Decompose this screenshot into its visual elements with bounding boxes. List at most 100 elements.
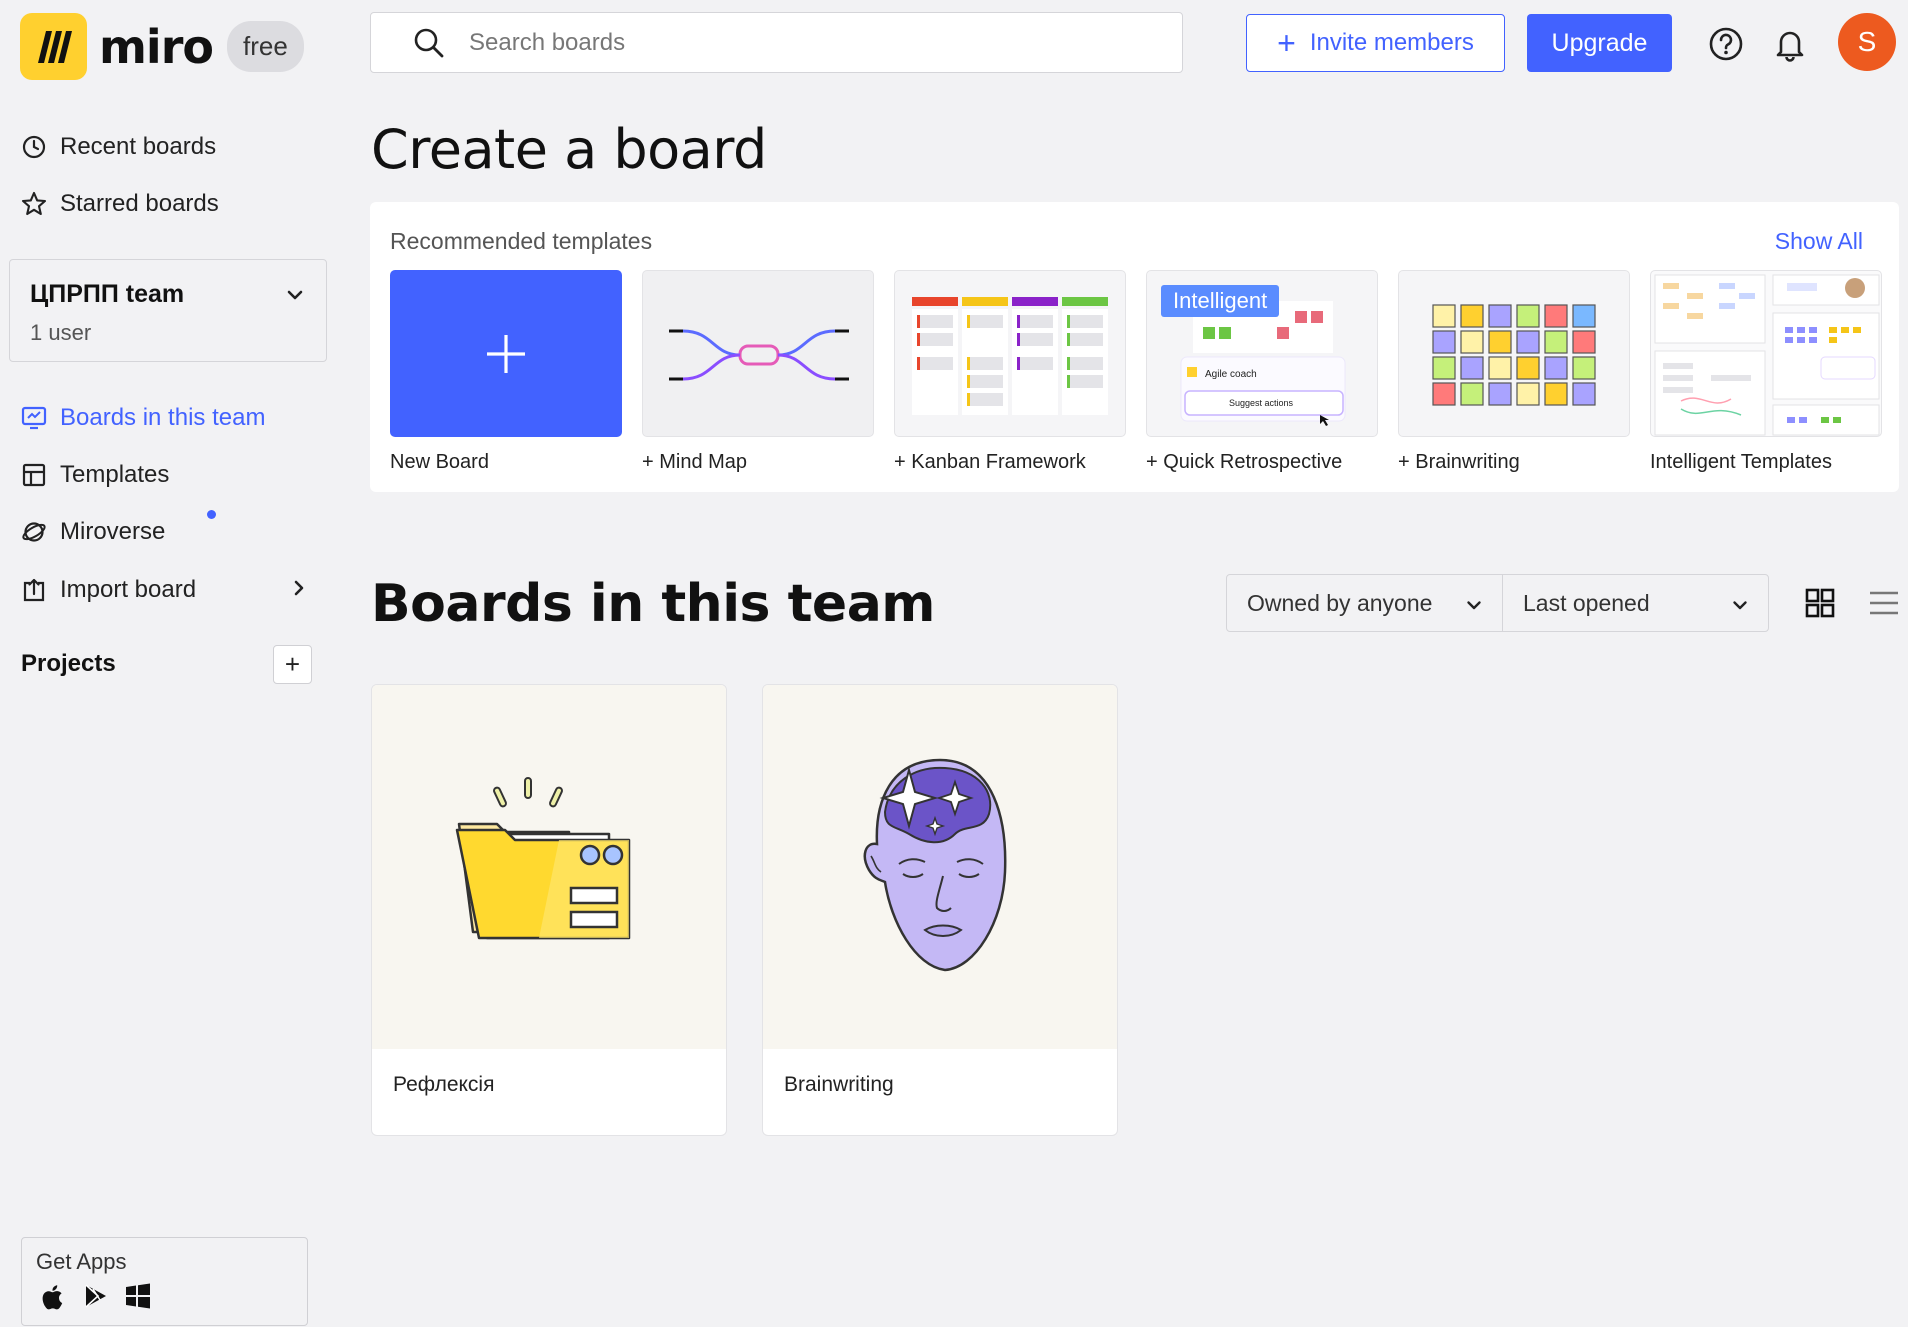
mind-map-thumb bbox=[642, 270, 874, 437]
kanban-thumb bbox=[894, 270, 1126, 437]
sidebar-item-label: Starred boards bbox=[60, 190, 219, 217]
sticky-note bbox=[1432, 330, 1456, 354]
projects-heading: Projects bbox=[21, 650, 116, 677]
show-all-link[interactable]: Show All bbox=[1775, 228, 1863, 255]
sticky-note bbox=[1488, 304, 1512, 328]
new-board-thumb bbox=[390, 270, 622, 437]
template-label: New Board bbox=[390, 451, 489, 473]
star-icon bbox=[20, 191, 48, 217]
sticky-note bbox=[1488, 382, 1512, 406]
add-project-button[interactable]: + bbox=[273, 645, 312, 684]
chevron-down-icon bbox=[1466, 590, 1482, 617]
recommended-templates-label: Recommended templates bbox=[390, 228, 653, 254]
new-badge-dot bbox=[207, 510, 216, 519]
sticky-note bbox=[1572, 382, 1596, 406]
sidebar-item-recent-boards[interactable]: Recent boards bbox=[20, 133, 216, 161]
brand-name: miro bbox=[99, 19, 214, 74]
search-icon bbox=[414, 28, 444, 57]
agile-coach-caption: Agile coach bbox=[1205, 369, 1257, 380]
sidebar-item-label-wrap: Miroverse bbox=[60, 510, 216, 546]
chevron-down-icon bbox=[286, 288, 304, 306]
template-new-board[interactable]: New Board bbox=[390, 270, 622, 474]
search-box[interactable] bbox=[370, 12, 1183, 73]
notifications-bell-icon[interactable] bbox=[1773, 26, 1807, 67]
template-label: + Kanban Framework bbox=[894, 451, 1086, 473]
user-avatar[interactable]: S bbox=[1838, 13, 1896, 71]
sidebar-item-miroverse[interactable]: Miroverse bbox=[20, 510, 216, 546]
sticky-note bbox=[1544, 330, 1568, 354]
planet-icon bbox=[20, 519, 48, 545]
sticky-note bbox=[1432, 382, 1456, 406]
grid-view-icon[interactable] bbox=[1805, 588, 1835, 623]
brainwriting-thumb bbox=[1398, 270, 1630, 437]
template-label: + Quick Retrospective bbox=[1146, 451, 1343, 473]
board-filters: Owned by anyone Last opened bbox=[1226, 574, 1769, 632]
clock-icon bbox=[20, 135, 48, 159]
template-label: Intelligent Templates bbox=[1650, 451, 1832, 473]
list-view-icon[interactable] bbox=[1868, 588, 1900, 623]
sticky-note bbox=[1460, 330, 1484, 354]
board-card[interactable]: Рефлексія bbox=[371, 684, 727, 1136]
suggest-actions-caption: Suggest actions bbox=[1229, 398, 1294, 408]
board-card[interactable]: Brainwriting bbox=[762, 684, 1118, 1136]
template-mind-map[interactable]: + Mind Map bbox=[642, 270, 874, 474]
sidebar-item-label: Import board bbox=[60, 576, 197, 603]
board-title: Brainwriting bbox=[784, 1073, 894, 1096]
owner-filter-value: Owned by anyone bbox=[1247, 589, 1433, 616]
template-intelligent-templates[interactable]: Intelligent Templates bbox=[1650, 270, 1882, 474]
sidebar-item-label: Miroverse bbox=[60, 518, 166, 545]
team-name: ЦПРПП team bbox=[30, 280, 185, 308]
template-quick-retrospective[interactable]: Intelligent Agile coach Suggest actions … bbox=[1146, 270, 1378, 474]
plus-icon: + bbox=[284, 649, 301, 679]
sticky-note bbox=[1544, 356, 1568, 380]
help-icon[interactable] bbox=[1708, 26, 1744, 67]
sidebar-item-label: Templates bbox=[60, 461, 170, 488]
import-icon bbox=[20, 577, 48, 603]
apple-icon[interactable] bbox=[40, 1282, 68, 1317]
search-input[interactable] bbox=[469, 28, 1069, 57]
miro-logo[interactable]: miro free bbox=[20, 13, 304, 80]
sticky-note bbox=[1516, 356, 1540, 380]
upgrade-button[interactable]: Upgrade bbox=[1527, 14, 1672, 72]
sticky-note bbox=[1516, 382, 1540, 406]
team-switcher[interactable]: ЦПРПП team 1 user bbox=[9, 259, 327, 362]
template-label: + Mind Map bbox=[642, 451, 748, 473]
plan-badge: free bbox=[227, 21, 304, 72]
chevron-right-icon bbox=[293, 576, 305, 604]
template-kanban-framework[interactable]: + Kanban Framework bbox=[894, 270, 1126, 474]
windows-icon[interactable] bbox=[124, 1282, 152, 1317]
recommended-templates-panel: Recommended templates Show All New Board… bbox=[370, 202, 1899, 492]
invite-members-label: Invite members bbox=[1309, 29, 1474, 56]
sticky-note bbox=[1488, 330, 1512, 354]
sticky-note bbox=[1516, 330, 1540, 354]
google-play-icon[interactable] bbox=[82, 1282, 110, 1317]
get-apps-label: Get Apps bbox=[36, 1249, 127, 1274]
sticky-note bbox=[1488, 356, 1512, 380]
template-brainwriting[interactable]: + Brainwriting bbox=[1398, 270, 1630, 474]
invite-members-button[interactable]: + Invite members bbox=[1246, 14, 1505, 72]
plus-icon bbox=[487, 334, 525, 373]
sort-value: Last opened bbox=[1523, 589, 1650, 616]
head-illustration bbox=[763, 685, 1117, 1049]
sidebar-item-label: Recent boards bbox=[60, 133, 217, 160]
sidebar-item-import-board[interactable]: Import board bbox=[20, 576, 305, 604]
sticky-note bbox=[1516, 304, 1540, 328]
plus-icon: + bbox=[1277, 25, 1296, 61]
sort-dropdown[interactable]: Last opened bbox=[1503, 575, 1768, 631]
get-apps-panel: Get Apps bbox=[21, 1237, 308, 1326]
owner-filter-dropdown[interactable]: Owned by anyone bbox=[1227, 575, 1503, 631]
team-user-count: 1 user bbox=[30, 320, 92, 345]
sidebar-item-templates[interactable]: Templates bbox=[20, 461, 169, 489]
sticky-note bbox=[1572, 356, 1596, 380]
sticky-note bbox=[1572, 330, 1596, 354]
sticky-note bbox=[1432, 304, 1456, 328]
chevron-down-icon bbox=[1732, 590, 1748, 617]
sidebar-item-label: Boards in this team bbox=[60, 404, 266, 431]
sidebar-item-starred-boards[interactable]: Starred boards bbox=[20, 190, 219, 218]
sticky-note bbox=[1572, 304, 1596, 328]
sticky-note bbox=[1544, 304, 1568, 328]
create-board-heading: Create a board bbox=[371, 118, 767, 181]
intelligent-templates-thumb bbox=[1650, 270, 1882, 437]
sidebar-item-boards-in-this-team[interactable]: Boards in this team bbox=[20, 404, 265, 432]
miro-logo-icon bbox=[20, 13, 87, 80]
